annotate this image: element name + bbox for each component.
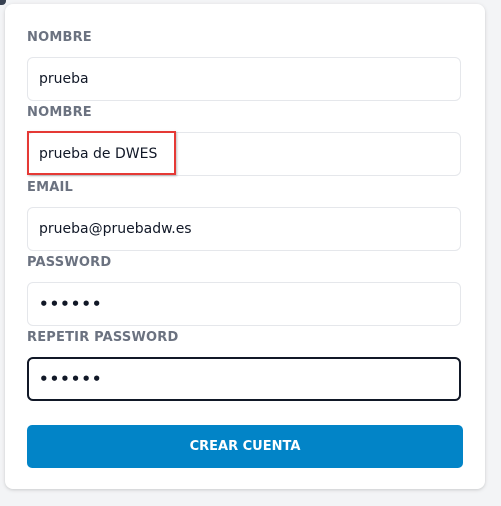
email-input-value: prueba@pruebadw.es — [39, 221, 192, 237]
create-account-button[interactable]: CREAR CUENTA — [27, 425, 463, 468]
name-input-value: prueba — [39, 71, 89, 87]
repeat-password-input[interactable]: •••••• — [27, 357, 461, 401]
password-input-value: •••••• — [39, 295, 103, 313]
repeat-password-input-value: •••••• — [39, 370, 103, 388]
register-form-card: NOMBRE prueba NOMBRE prueba de DWES EMAI… — [5, 4, 485, 489]
email-label: EMAIL — [27, 180, 73, 195]
email-input[interactable]: prueba@pruebadw.es — [27, 207, 461, 251]
password-input[interactable]: •••••• — [27, 282, 461, 326]
name-label: NOMBRE — [27, 30, 92, 45]
password-label: PASSWORD — [27, 255, 112, 270]
corner-indicator — [0, 0, 6, 5]
full-name-input[interactable]: prueba de DWES — [27, 132, 461, 176]
repeat-password-label: REPETIR PASSWORD — [27, 330, 179, 345]
full-name-label: NOMBRE — [27, 105, 92, 120]
full-name-input-value: prueba de DWES — [39, 146, 158, 162]
name-input[interactable]: prueba — [27, 57, 461, 101]
